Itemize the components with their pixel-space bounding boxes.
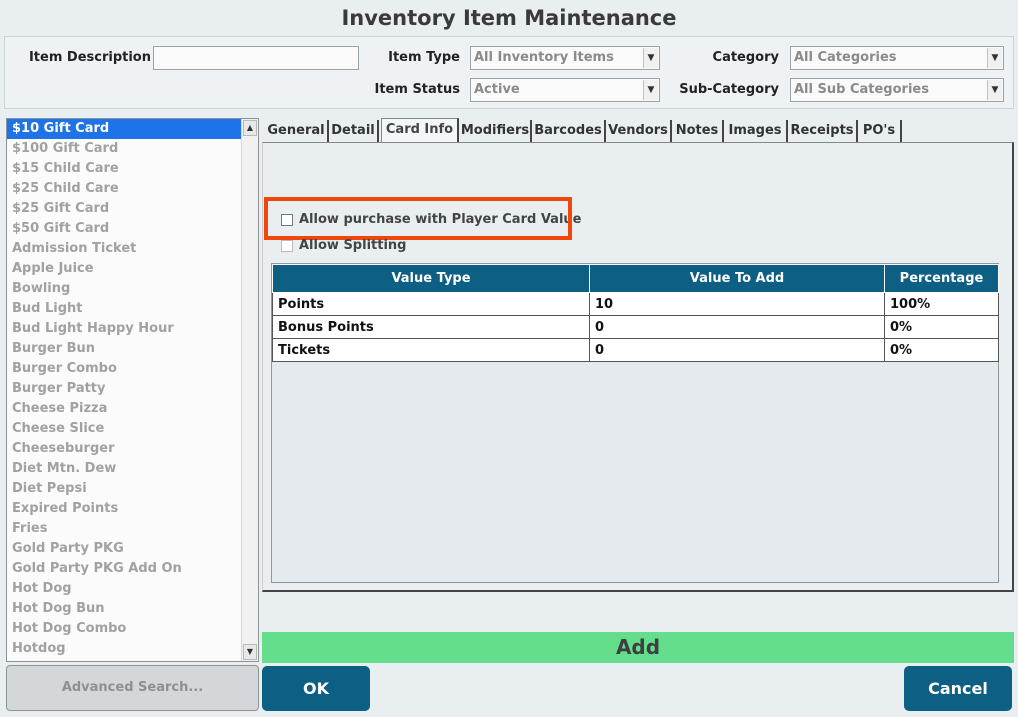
ok-button[interactable]: OK [262,666,370,711]
list-item[interactable]: Diet Pepsi [7,479,243,499]
item-description-input[interactable] [153,46,359,70]
list-item[interactable]: Expired Points [7,499,243,519]
card-value-grid: Value Type Value To Add Percentage Point… [271,263,999,583]
list-item[interactable]: Bud Light [7,299,243,319]
tab-pos[interactable]: PO's [858,120,902,142]
sub-category-select[interactable]: All Sub Categories ▼ [790,78,1004,102]
tab-notes[interactable]: Notes [672,120,724,142]
list-item[interactable]: Burger Bun [7,339,243,359]
list-item[interactable]: $50 Gift Card [7,219,243,239]
cell-percentage[interactable]: 0% [884,315,999,339]
list-item[interactable]: Admission Ticket [7,239,243,259]
item-type-label: Item Type [388,50,460,65]
sub-category-label: Sub-Category [679,82,779,97]
cell-value-to-add[interactable]: 0 [589,338,885,362]
cell-value-type[interactable]: Bonus Points [272,315,590,339]
sub-category-value: All Sub Categories [794,82,929,97]
allow-splitting-label: Allow Splitting [299,238,407,253]
add-button[interactable]: Add [262,632,1014,663]
list-item[interactable]: $15 Child Care [7,159,243,179]
highlight-annotation [264,197,572,240]
filter-panel: Item Description Item Type All Inventory… [4,36,1014,109]
table-row[interactable]: Points 10 100% [272,292,999,316]
tab-images[interactable]: Images [724,120,788,142]
tab-modifiers[interactable]: Modifiers [460,120,532,142]
list-item[interactable]: Fries [7,519,243,539]
scroll-up-icon[interactable]: ▲ [243,120,257,136]
list-item[interactable]: Bud Light Happy Hour [7,319,243,339]
list-item[interactable]: Gold Party PKG [7,539,243,559]
cell-value-type[interactable]: Tickets [272,338,590,362]
list-item[interactable]: $100 Gift Card [7,139,243,159]
item-type-value: All Inventory Items [474,50,614,65]
cancel-button[interactable]: Cancel [904,666,1012,711]
category-value: All Categories [794,50,897,65]
tab-barcodes[interactable]: Barcodes [532,120,606,142]
chevron-down-icon[interactable]: ▼ [987,80,1002,100]
category-select[interactable]: All Categories ▼ [790,46,1004,70]
cell-percentage[interactable]: 0% [884,338,999,362]
chevron-down-icon[interactable]: ▼ [987,48,1002,68]
list-item[interactable]: $10 Gift Card [7,119,243,139]
table-row[interactable]: Bonus Points 0 0% [272,315,999,339]
category-label: Category [712,50,779,65]
item-status-select[interactable]: Active ▼ [470,78,660,102]
inventory-item-list[interactable]: $10 Gift Card $100 Gift Card $15 Child Car… [6,118,259,662]
chevron-down-icon[interactable]: ▼ [643,80,658,100]
item-status-label: Item Status [374,82,461,97]
column-header-percentage[interactable]: Percentage [884,264,999,293]
column-header-value-to-add[interactable]: Value To Add [589,264,885,293]
chevron-down-icon[interactable]: ▼ [643,48,658,68]
list-item[interactable]: Cheeseburger [7,439,243,459]
checkbox-icon[interactable] [281,240,293,252]
list-item[interactable]: $25 Gift Card [7,199,243,219]
list-item[interactable]: $25 Child Care [7,179,243,199]
tab-strip: General Detail Card Info Modifiers Barco… [262,118,1014,143]
card-value-table: Value Type Value To Add Percentage Point… [272,264,999,362]
list-item[interactable]: Hotdog [7,639,243,659]
tab-detail[interactable]: Detail [329,120,379,142]
list-item[interactable]: Gold Party PKG Add On [7,559,243,579]
list-item[interactable]: Hot Dog [7,579,243,599]
list-scrollbar[interactable]: ▲ ▼ [241,119,258,661]
table-row[interactable]: Tickets 0 0% [272,338,999,362]
grid-header-row: Value Type Value To Add Percentage [272,264,999,293]
list-item[interactable]: Cheese Slice [7,419,243,439]
list-item[interactable]: Diet Mtn. Dew [7,459,243,479]
scroll-down-icon[interactable]: ▼ [243,644,257,660]
cell-value-to-add[interactable]: 0 [589,315,885,339]
tab-vendors[interactable]: Vendors [606,120,672,142]
list-items-container: $10 Gift Card $100 Gift Card $15 Child Car… [7,119,258,659]
cell-percentage[interactable]: 100% [884,292,999,316]
tab-general[interactable]: General [265,120,329,142]
list-item[interactable]: Burger Combo [7,359,243,379]
item-status-value: Active [474,82,520,97]
item-type-select[interactable]: All Inventory Items ▼ [470,46,660,70]
tab-card-info[interactable]: Card Info [381,118,459,143]
cell-value-to-add[interactable]: 10 [589,292,885,316]
advanced-search-button[interactable]: Advanced Search... [6,665,259,711]
cell-value-type[interactable]: Points [272,292,590,316]
list-item[interactable]: Burger Patty [7,379,243,399]
list-item[interactable]: Cheese Pizza [7,399,243,419]
list-item[interactable]: Bowling [7,279,243,299]
item-description-label: Item Description [28,50,151,65]
tab-receipts[interactable]: Receipts [788,120,858,142]
window-title: Inventory Item Maintenance [341,6,677,30]
list-item[interactable]: Hot Dog Bun [7,599,243,619]
list-item[interactable]: Hot Dog Combo [7,619,243,639]
column-header-value-type[interactable]: Value Type [272,264,590,293]
list-item[interactable]: Apple Juice [7,259,243,279]
